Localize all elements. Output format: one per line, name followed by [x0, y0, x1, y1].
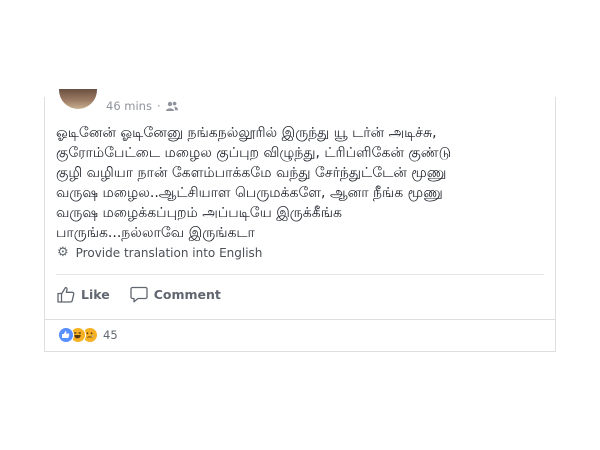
friends-icon[interactable]: [165, 101, 178, 111]
post-text-line: ஓடினேன் ஓடினேனு நங்கநல்லூரில் இருந்து யூ…: [56, 125, 437, 141]
provide-translation-link[interactable]: Provide translation into English: [76, 246, 263, 260]
comment-icon: [130, 286, 148, 303]
like-reaction-icon: [58, 327, 74, 343]
like-button[interactable]: Like: [57, 286, 110, 303]
comment-button[interactable]: Comment: [130, 286, 221, 303]
post-meta: 46 mins ·: [106, 99, 178, 113]
meta-separator: ·: [156, 99, 161, 113]
reaction-count[interactable]: 45: [103, 328, 118, 342]
translation-row: ⚙ Provide translation into English: [57, 246, 262, 260]
post-text-line: குரோம்பேட்டை மழைல குப்புற விழுந்து, ட்ரி…: [56, 145, 452, 161]
post-card: 46 mins · ஓடினேன் ஓடினேனு நங்கநல்லூரில் …: [44, 89, 556, 352]
post-text: ஓடினேன் ஓடினேனு நங்கநல்லூரில் இருந்து யூ…: [56, 123, 546, 243]
comment-label: Comment: [153, 287, 221, 302]
post-actions: Like Comment: [57, 286, 221, 303]
divider: [45, 319, 555, 320]
divider: [56, 274, 544, 275]
post-text-line: வருஷ மழைல..ஆட்சியாள பெருமக்களே, ஆனா நீங்…: [56, 185, 443, 201]
post-timestamp[interactable]: 46 mins: [106, 99, 152, 113]
gear-icon[interactable]: ⚙: [57, 246, 69, 259]
thumbs-up-icon: [57, 286, 75, 303]
reactions-summary[interactable]: 45: [58, 327, 118, 343]
like-label: Like: [81, 287, 110, 302]
post-text-line: வருஷ மழைக்கப்புறம் அப்படியே இருக்கீங்க: [56, 205, 342, 221]
post-text-line: குழி வழியா நான் கேளம்பாக்கமே வந்து சேர்ந…: [56, 165, 447, 181]
avatar[interactable]: [59, 89, 97, 109]
post-text-line: பாருங்க...நல்லாவே இருங்கடா: [56, 225, 255, 241]
